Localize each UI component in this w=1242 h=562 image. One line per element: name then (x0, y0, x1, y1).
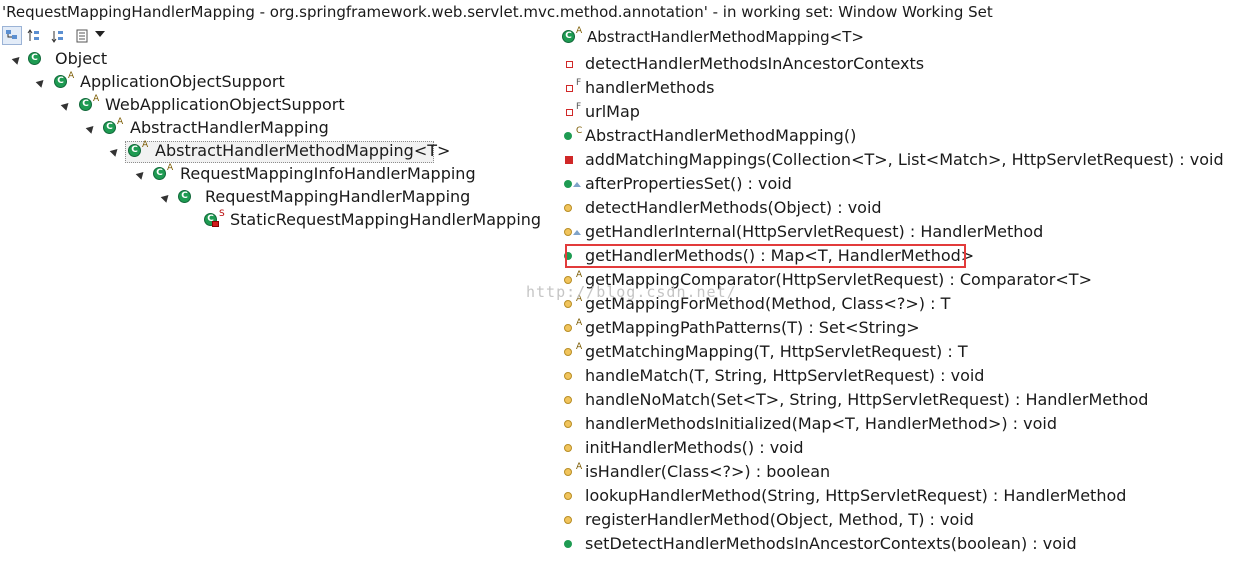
subtype-hierarchy-icon[interactable] (48, 26, 68, 45)
member-label: detectHandlerMethodsInAncestorContexts (585, 54, 925, 73)
protected-method-icon (564, 300, 572, 308)
abstract-badge: A (576, 26, 583, 36)
abstract-badge: A (576, 318, 583, 328)
constructor-badge: C (576, 126, 583, 136)
tree-item-abstract-handler-method-mapping[interactable]: C A AbstractHandlerMethodMapping<T> (0, 140, 540, 163)
final-badge: F (576, 78, 582, 88)
class-icon: C (128, 144, 141, 157)
protected-method-icon (564, 444, 572, 452)
protected-method-icon (564, 492, 572, 500)
class-icon: C (54, 75, 67, 88)
abstract-badge: A (167, 163, 174, 173)
member-label: handlerMethodsInitialized(Map<T, Handler… (585, 414, 1058, 433)
static-badge: S (219, 209, 225, 219)
protected-method-icon (564, 324, 572, 332)
member-label: addMatchingMappings(Collection<T>, List<… (585, 150, 1224, 169)
member-label: detectHandlerMethods(Object) : void (585, 198, 882, 217)
member-label: handlerMethods (585, 78, 715, 97)
member-label: lookupHandlerMethod(String, HttpServletR… (585, 486, 1127, 505)
abstract-badge: A (68, 71, 75, 81)
expand-toggle-icon[interactable] (160, 192, 172, 203)
abstract-badge: A (142, 140, 149, 150)
protected-method-icon (564, 348, 572, 356)
abstract-badge: A (576, 270, 583, 280)
expand-toggle-icon[interactable] (35, 77, 47, 88)
tree-item-request-mapping-handler-mapping[interactable]: C RequestMappingHandlerMapping (0, 186, 540, 208)
abstract-badge: A (576, 462, 583, 472)
tree-item-label: AbstractHandlerMapping (130, 118, 329, 137)
tree-item-web-application-object-support[interactable]: C A WebApplicationObjectSupport (0, 94, 540, 116)
expand-toggle-icon[interactable] (85, 123, 97, 134)
member-label: handleNoMatch(Set<T>, String, HttpServle… (585, 390, 1149, 409)
abstract-badge: A (93, 94, 100, 104)
member-label: getHandlerInternal(HttpServletRequest) :… (585, 222, 1044, 241)
member-label: setDetectHandlerMethodsInAncestorContext… (585, 534, 1077, 553)
expand-toggle-icon[interactable] (60, 100, 72, 111)
override-icon (573, 230, 581, 235)
final-badge: F (576, 102, 582, 112)
highlight-annotation-box (565, 244, 966, 268)
expand-toggle-icon[interactable] (109, 146, 121, 157)
tree-item-label: StaticRequestMappingHandlerMapping (230, 210, 542, 229)
class-icon: C (28, 52, 41, 65)
history-list-icon[interactable] (72, 26, 92, 45)
tree-item-application-object-support[interactable]: C A ApplicationObjectSupport (0, 71, 540, 93)
protected-method-icon (564, 396, 572, 404)
tree-item-label: RequestMappingHandlerMapping (205, 187, 471, 206)
abstract-badge: A (117, 117, 124, 127)
tree-item-label: Object (55, 49, 108, 68)
private-field-icon (566, 109, 573, 116)
hierarchy-toolbar (0, 25, 130, 47)
private-method-icon (565, 156, 573, 164)
type-hierarchy-icon[interactable] (2, 26, 22, 45)
window-title: 'RequestMappingHandlerMapping - org.spri… (2, 3, 993, 21)
member-label: getMatchingMapping(T, HttpServletRequest… (585, 342, 968, 361)
protected-method-icon (564, 420, 572, 428)
member-label: initHandlerMethods() : void (585, 438, 804, 457)
member-label: urlMap (585, 102, 640, 121)
public-method-icon (564, 180, 572, 188)
tree-item-abstract-handler-mapping[interactable]: C A AbstractHandlerMapping (0, 117, 540, 139)
class-icon: C (178, 190, 191, 203)
expand-toggle-icon[interactable] (11, 54, 23, 65)
override-icon (573, 182, 581, 187)
tree-item-object[interactable]: C Object (0, 48, 540, 70)
supertype-hierarchy-icon[interactable] (24, 26, 44, 45)
tree-item-label: RequestMappingInfoHandlerMapping (180, 164, 476, 183)
member-label: AbstractHandlerMethodMapping() (585, 126, 857, 145)
protected-method-icon (564, 468, 572, 476)
tree-item-static-request-mapping-handler-mapping[interactable]: C S StaticRequestMappingHandlerMapping (0, 209, 542, 231)
member-label: isHandler(Class<?>) : boolean (585, 462, 831, 481)
protected-method-icon (564, 204, 572, 212)
chevron-down-icon[interactable] (95, 31, 105, 37)
abstract-badge: A (576, 342, 583, 352)
tree-item-label: WebApplicationObjectSupport (105, 95, 345, 114)
member-label: registerHandlerMethod(Object, Method, T)… (585, 510, 974, 529)
private-lock-icon (212, 221, 219, 227)
class-icon: C (103, 121, 116, 134)
class-icon: C (153, 167, 166, 180)
protected-method-icon (564, 516, 572, 524)
private-field-icon (566, 85, 573, 92)
tree-item-label: ApplicationObjectSupport (80, 72, 285, 91)
member-label: afterPropertiesSet() : void (585, 174, 792, 193)
watermark: http://blog.csdn.net/ (526, 283, 737, 301)
protected-method-icon (564, 372, 572, 380)
class-icon: C (79, 98, 92, 111)
class-icon: C (562, 30, 575, 43)
tree-item-request-mapping-info-handler-mapping[interactable]: C A RequestMappingInfoHandlerMapping (0, 163, 540, 185)
expand-toggle-icon[interactable] (135, 169, 147, 180)
members-header-label: AbstractHandlerMethodMapping<T> (587, 28, 864, 46)
public-method-icon (564, 132, 572, 140)
public-method-icon (564, 540, 572, 548)
tree-item-label: AbstractHandlerMethodMapping<T> (155, 141, 451, 160)
member-label: getMappingPathPatterns(T) : Set<String> (585, 318, 920, 337)
member-label: handleMatch(T, String, HttpServletReques… (585, 366, 985, 385)
private-field-icon (566, 61, 573, 68)
protected-method-icon (564, 228, 572, 236)
